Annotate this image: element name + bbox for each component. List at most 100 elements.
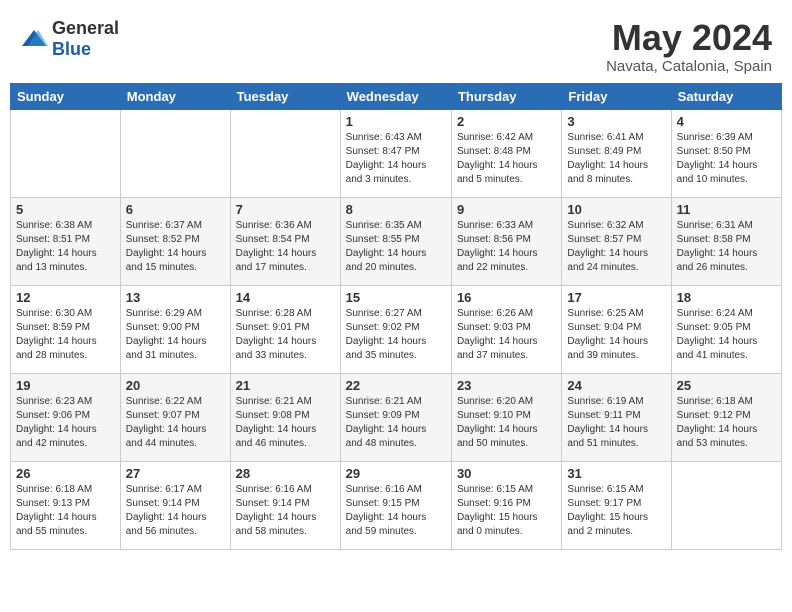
day-number: 20 — [126, 378, 225, 393]
calendar-cell: 20 Sunrise: 6:22 AMSunset: 9:07 PMDayligh… — [120, 373, 230, 461]
weekday-header-saturday: Saturday — [671, 83, 781, 109]
weekday-header-row: SundayMondayTuesdayWednesdayThursdayFrid… — [11, 83, 782, 109]
day-info: Sunrise: 6:25 AMSunset: 9:04 PMDaylight:… — [567, 307, 665, 363]
day-info: Sunrise: 6:26 AMSunset: 9:03 PMDaylight:… — [457, 307, 556, 363]
day-info: Sunrise: 6:17 AMSunset: 9:14 PMDaylight:… — [126, 483, 225, 539]
day-number: 30 — [457, 466, 556, 481]
day-info: Sunrise: 6:33 AMSunset: 8:56 PMDaylight:… — [457, 219, 556, 275]
calendar-cell — [120, 109, 230, 197]
day-number: 23 — [457, 378, 556, 393]
day-number: 25 — [677, 378, 776, 393]
day-info: Sunrise: 6:42 AMSunset: 8:48 PMDaylight:… — [457, 131, 556, 187]
calendar-cell: 22Sunrise: 6:21 AMSunset: 9:09 PMDayligh… — [340, 373, 451, 461]
day-number: 12 — [16, 290, 115, 305]
day-info: Sunrise: 6:43 AMSunset: 8:47 PMDaylight:… — [346, 131, 446, 187]
day-info: Sunrise: 6:20 AMSunset: 9:10 PMDaylight:… — [457, 395, 556, 451]
day-number: 31 — [567, 466, 665, 481]
day-info: Sunrise: 6:19 AMSunset: 9:11 PMDaylight:… — [567, 395, 665, 451]
calendar-cell: 12 Sunrise: 6:30 AMSunset: 8:59 PMDayligh… — [11, 285, 121, 373]
calendar-cell: 24Sunrise: 6:19 AMSunset: 9:11 PMDayligh… — [562, 373, 671, 461]
calendar-cell: 7 Sunrise: 6:36 AMSunset: 8:54 PMDaylight… — [230, 197, 340, 285]
day-info: Sunrise: 6:15 AMSunset: 9:16 PMDaylight:… — [457, 483, 556, 539]
calendar-cell: 23 Sunrise: 6:20 AMSunset: 9:10 PMDayligh… — [451, 373, 561, 461]
day-number: 22 — [346, 378, 446, 393]
day-number: 10 — [567, 202, 665, 217]
day-info: Sunrise: 6:36 AMSunset: 8:54 PMDaylight:… — [236, 219, 335, 275]
day-number: 28 — [236, 466, 335, 481]
day-info: Sunrise: 6:28 AMSunset: 9:01 PMDaylight:… — [236, 307, 335, 363]
day-number: 17 — [567, 290, 665, 305]
calendar-cell: 30 Sunrise: 6:15 AMSunset: 9:16 PMDayligh… — [451, 461, 561, 549]
calendar-cell: 17 Sunrise: 6:25 AMSunset: 9:04 PMDayligh… — [562, 285, 671, 373]
day-number: 8 — [346, 202, 446, 217]
day-number: 5 — [16, 202, 115, 217]
day-number: 21 — [236, 378, 335, 393]
day-number: 19 — [16, 378, 115, 393]
calendar-cell: 6 Sunrise: 6:37 AMSunset: 8:52 PMDaylight… — [120, 197, 230, 285]
day-info: Sunrise: 6:18 AMSunset: 9:13 PMDaylight:… — [16, 483, 115, 539]
day-number: 18 — [677, 290, 776, 305]
day-info: Sunrise: 6:35 AMSunset: 8:55 PMDaylight:… — [346, 219, 446, 275]
day-info: Sunrise: 6:27 AMSunset: 9:02 PMDaylight:… — [346, 307, 446, 363]
calendar-cell: 1 Sunrise: 6:43 AMSunset: 8:47 PMDaylight… — [340, 109, 451, 197]
calendar-cell: 11Sunrise: 6:31 AMSunset: 8:58 PMDayligh… — [671, 197, 781, 285]
week-row-3: 12 Sunrise: 6:30 AMSunset: 8:59 PMDayligh… — [11, 285, 782, 373]
calendar-cell: 15 Sunrise: 6:27 AMSunset: 9:02 PMDayligh… — [340, 285, 451, 373]
day-number: 29 — [346, 466, 446, 481]
calendar-cell: 4Sunrise: 6:39 AMSunset: 8:50 PMDaylight… — [671, 109, 781, 197]
day-info: Sunrise: 6:22 AMSunset: 9:07 PMDaylight:… — [126, 395, 225, 451]
calendar-cell: 27Sunrise: 6:17 AMSunset: 9:14 PMDayligh… — [120, 461, 230, 549]
calendar-cell — [230, 109, 340, 197]
calendar-cell: 13Sunrise: 6:29 AMSunset: 9:00 PMDayligh… — [120, 285, 230, 373]
calendar-cell: 10 Sunrise: 6:32 AMSunset: 8:57 PMDayligh… — [562, 197, 671, 285]
week-row-4: 19Sunrise: 6:23 AMSunset: 9:06 PMDayligh… — [11, 373, 782, 461]
calendar-cell: 31Sunrise: 6:15 AMSunset: 9:17 PMDayligh… — [562, 461, 671, 549]
day-number: 14 — [236, 290, 335, 305]
calendar-cell: 21Sunrise: 6:21 AMSunset: 9:08 PMDayligh… — [230, 373, 340, 461]
day-number: 4 — [677, 114, 776, 129]
day-info: Sunrise: 6:16 AMSunset: 9:14 PMDaylight:… — [236, 483, 335, 539]
calendar-cell — [11, 109, 121, 197]
day-number: 9 — [457, 202, 556, 217]
calendar-cell: 28 Sunrise: 6:16 AMSunset: 9:14 PMDayligh… — [230, 461, 340, 549]
location-title: Navata, Catalonia, Spain — [606, 58, 772, 75]
day-info: Sunrise: 6:37 AMSunset: 8:52 PMDaylight:… — [126, 219, 225, 275]
day-number: 16 — [457, 290, 556, 305]
day-number: 26 — [16, 466, 115, 481]
calendar-cell: 16 Sunrise: 6:26 AMSunset: 9:03 PMDayligh… — [451, 285, 561, 373]
day-info: Sunrise: 6:24 AMSunset: 9:05 PMDaylight:… — [677, 307, 776, 363]
day-info: Sunrise: 6:38 AMSunset: 8:51 PMDaylight:… — [16, 219, 115, 275]
weekday-header-friday: Friday — [562, 83, 671, 109]
day-number: 6 — [126, 202, 225, 217]
day-info: Sunrise: 6:18 AMSunset: 9:12 PMDaylight:… — [677, 395, 776, 451]
day-number: 1 — [346, 114, 446, 129]
calendar-cell: 3 Sunrise: 6:41 AMSunset: 8:49 PMDaylight… — [562, 109, 671, 197]
calendar-cell: 9 Sunrise: 6:33 AMSunset: 8:56 PMDaylight… — [451, 197, 561, 285]
day-info: Sunrise: 6:41 AMSunset: 8:49 PMDaylight:… — [567, 131, 665, 187]
day-info: Sunrise: 6:16 AMSunset: 9:15 PMDaylight:… — [346, 483, 446, 539]
calendar-cell: 2 Sunrise: 6:42 AMSunset: 8:48 PMDaylight… — [451, 109, 561, 197]
logo-general: General — [52, 18, 119, 38]
day-number: 3 — [567, 114, 665, 129]
weekday-header-wednesday: Wednesday — [340, 83, 451, 109]
calendar-cell: 29 Sunrise: 6:16 AMSunset: 9:15 PMDayligh… — [340, 461, 451, 549]
calendar-cell: 26 Sunrise: 6:18 AMSunset: 9:13 PMDayligh… — [11, 461, 121, 549]
day-info: Sunrise: 6:30 AMSunset: 8:59 PMDaylight:… — [16, 307, 115, 363]
logo-blue: Blue — [52, 39, 91, 59]
weekday-header-tuesday: Tuesday — [230, 83, 340, 109]
week-row-2: 5 Sunrise: 6:38 AMSunset: 8:51 PMDaylight… — [11, 197, 782, 285]
day-number: 15 — [346, 290, 446, 305]
day-info: Sunrise: 6:29 AMSunset: 9:00 PMDaylight:… — [126, 307, 225, 363]
day-number: 2 — [457, 114, 556, 129]
day-info: Sunrise: 6:32 AMSunset: 8:57 PMDaylight:… — [567, 219, 665, 275]
logo-icon — [20, 28, 48, 50]
month-title: May 2024 — [606, 18, 772, 58]
calendar-cell: 19Sunrise: 6:23 AMSunset: 9:06 PMDayligh… — [11, 373, 121, 461]
day-number: 7 — [236, 202, 335, 217]
calendar-cell: 5 Sunrise: 6:38 AMSunset: 8:51 PMDaylight… — [11, 197, 121, 285]
logo: General Blue — [20, 18, 119, 60]
calendar-cell: 25 Sunrise: 6:18 AMSunset: 9:12 PMDayligh… — [671, 373, 781, 461]
weekday-header-thursday: Thursday — [451, 83, 561, 109]
weekday-header-monday: Monday — [120, 83, 230, 109]
calendar-cell: 18 Sunrise: 6:24 AMSunset: 9:05 PMDayligh… — [671, 285, 781, 373]
